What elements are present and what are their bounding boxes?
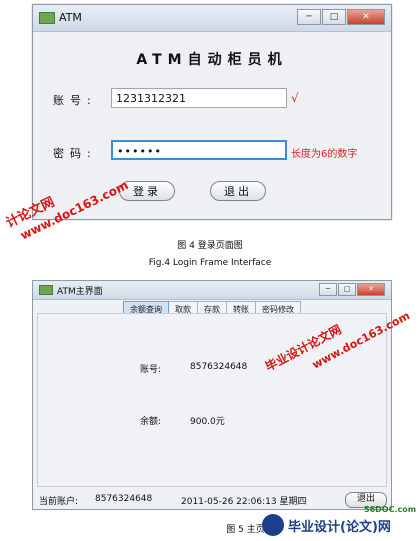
status-datetime: 2011-05-26 22:06:13 星期四 [181, 497, 307, 507]
figure4-caption-en: Fig.4 Login Frame Interface [148, 258, 272, 268]
password-hint: 长度为6的数字 [291, 149, 358, 160]
status-account-label: 当前账户: [39, 497, 79, 507]
logo-site-text: 56DOC.com [364, 505, 417, 514]
minimize-button[interactable]: ─ [319, 283, 337, 296]
account-valid-check: √ [291, 91, 299, 105]
main-title-bar: ATM主界面 ─ □ ✕ [33, 281, 391, 300]
login-heading: ATM自动柜员机 [136, 52, 288, 68]
password-input[interactable]: •••••• [111, 140, 287, 160]
exit-button[interactable]: 退出 [210, 181, 266, 201]
close-button[interactable]: ✕ [347, 9, 385, 25]
main-account-label: 账号: [140, 365, 162, 375]
maximize-button[interactable]: □ [338, 283, 356, 296]
login-window: ATM ─ □ ✕ ATM自动柜员机 账号: 1231312321 √ 密码: … [32, 4, 392, 220]
app-icon [39, 12, 55, 24]
password-label: 密码: [53, 147, 97, 160]
app-icon [39, 285, 53, 295]
main-window: ATM主界面 ─ □ ✕ 余额查询 取款 存款 转账 密码修改 账号: 8576… [32, 280, 392, 510]
minimize-button[interactable]: ─ [297, 9, 321, 25]
figure4-caption-cn: 图 4 登录页面图 [177, 241, 243, 251]
window-controls: ─ □ ✕ [296, 9, 385, 25]
balance-label: 余额: [140, 417, 162, 427]
maximize-button[interactable]: □ [322, 9, 346, 25]
close-button[interactable]: ✕ [357, 283, 385, 296]
account-input[interactable]: 1231312321 [111, 88, 287, 108]
site-logo-icon [262, 514, 284, 536]
login-window-title: ATM [59, 11, 82, 24]
window-controls: ─ □ ✕ [318, 283, 385, 299]
login-title-bar: ATM ─ □ ✕ [33, 5, 391, 32]
main-window-title: ATM主界面 [57, 287, 103, 297]
balance-value: 900.0元 [190, 417, 225, 427]
account-label: 账号: [53, 94, 97, 107]
main-account-value: 8576324648 [190, 362, 248, 372]
logo-text: 毕业设计(论文)网 [288, 520, 391, 535]
status-account-value: 8576324648 [95, 494, 153, 504]
